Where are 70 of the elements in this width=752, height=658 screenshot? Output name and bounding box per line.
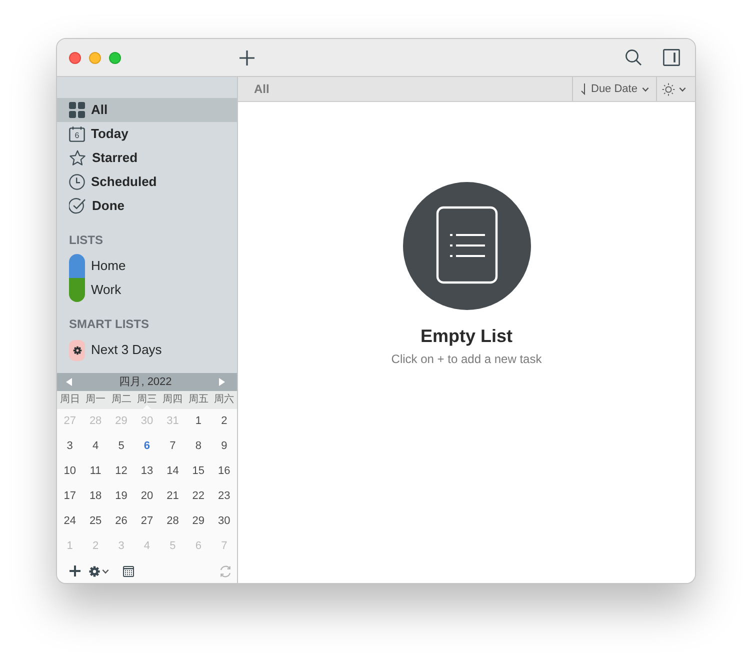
- grid-icon: [69, 102, 85, 118]
- empty-title: Empty List: [420, 325, 512, 347]
- calendar-day[interactable]: 4: [82, 434, 108, 459]
- calendar-day[interactable]: 1: [186, 409, 212, 434]
- star-icon: [69, 150, 86, 166]
- weekday-label: 周日: [60, 395, 80, 405]
- chevron-down-icon[interactable]: [102, 568, 109, 574]
- section-header: SMART LISTS: [68, 316, 150, 333]
- section-header: LISTS: [68, 232, 104, 249]
- empty-hint: Click on + to add a new task: [391, 351, 542, 367]
- sidebar-item[interactable]: All: [57, 98, 237, 122]
- weekday-label: 周三: [136, 395, 157, 405]
- month-title: 四月, 2022: [119, 374, 172, 390]
- add-icon[interactable]: [69, 565, 81, 577]
- calendar-day[interactable]: 23: [211, 484, 237, 509]
- sidebar-item[interactable]: Starred: [57, 146, 237, 170]
- smart-list-item[interactable]: Next 3 Days: [57, 338, 237, 362]
- calendar-day[interactable]: 21: [160, 484, 186, 509]
- calendar-day[interactable]: 3: [57, 434, 83, 459]
- calendar-day[interactable]: 9: [211, 434, 237, 459]
- calendar-day[interactable]: 17: [57, 484, 83, 509]
- calendar-day[interactable]: 14: [160, 459, 186, 484]
- calendar-day[interactable]: 15: [186, 459, 212, 484]
- gear-icon[interactable]: [89, 566, 100, 576]
- sun-icon[interactable]: [662, 82, 675, 96]
- sidebar-item[interactable]: 6 Today: [57, 122, 237, 146]
- sidebar-item[interactable]: Done: [57, 194, 237, 218]
- calendar-day[interactable]: 5: [108, 434, 134, 459]
- calendar-day[interactable]: 26: [108, 509, 134, 534]
- calendar-day[interactable]: 13: [134, 459, 160, 484]
- calendar-day[interactable]: 11: [82, 459, 108, 484]
- sidebar-item[interactable]: Scheduled: [57, 170, 237, 194]
- calendar-day[interactable]: 2: [211, 409, 237, 434]
- calendar-day[interactable]: 18: [82, 484, 108, 509]
- search-icon[interactable]: [625, 49, 642, 66]
- calendar-icon[interactable]: [123, 566, 134, 576]
- calendar-day[interactable]: 25: [82, 509, 108, 534]
- list-item[interactable]: Home: [57, 254, 237, 278]
- calendar-day[interactable]: 12: [108, 459, 134, 484]
- weekday-label: 周一: [86, 395, 106, 405]
- calendar-day[interactable]: 8: [186, 434, 212, 459]
- list-item[interactable]: Work: [57, 278, 237, 302]
- calendar-date-icon: 6: [69, 126, 85, 142]
- calendar-day[interactable]: 27: [134, 509, 160, 534]
- calendar-day[interactable]: 7: [160, 434, 186, 459]
- calendar-day[interactable]: 28: [160, 509, 186, 534]
- weekday-label: 周四: [162, 395, 183, 405]
- close-icon[interactable]: [69, 52, 81, 64]
- calendar-day[interactable]: 30: [211, 509, 237, 534]
- zoom-icon[interactable]: [109, 52, 121, 64]
- calendar-day[interactable]: 6: [134, 434, 160, 459]
- sort-button[interactable]: Due Date: [572, 77, 656, 101]
- weekday-label: 周五: [188, 395, 208, 405]
- chevron-down-icon[interactable]: [642, 86, 650, 92]
- calendar-day[interactable]: 16: [211, 459, 237, 484]
- check-circle-icon: [69, 198, 86, 214]
- chevron-down-icon[interactable]: [679, 86, 686, 92]
- weekday-label: 周二: [111, 395, 132, 405]
- calendar-day[interactable]: 29: [186, 509, 212, 534]
- weekday-label: 周六: [214, 395, 234, 405]
- list-title: All: [253, 81, 270, 98]
- document-list-icon: [402, 182, 530, 310]
- clock-icon: [69, 174, 85, 190]
- calendar-day[interactable]: 19: [108, 484, 134, 509]
- sidebar-toggle-icon[interactable]: [663, 49, 680, 66]
- calendar-day[interactable]: 24: [57, 509, 83, 534]
- calendar-day[interactable]: 20: [134, 484, 160, 509]
- calendar-day[interactable]: 10: [57, 459, 83, 484]
- add-icon[interactable]: [239, 50, 255, 66]
- calendar-day[interactable]: 22: [186, 484, 212, 509]
